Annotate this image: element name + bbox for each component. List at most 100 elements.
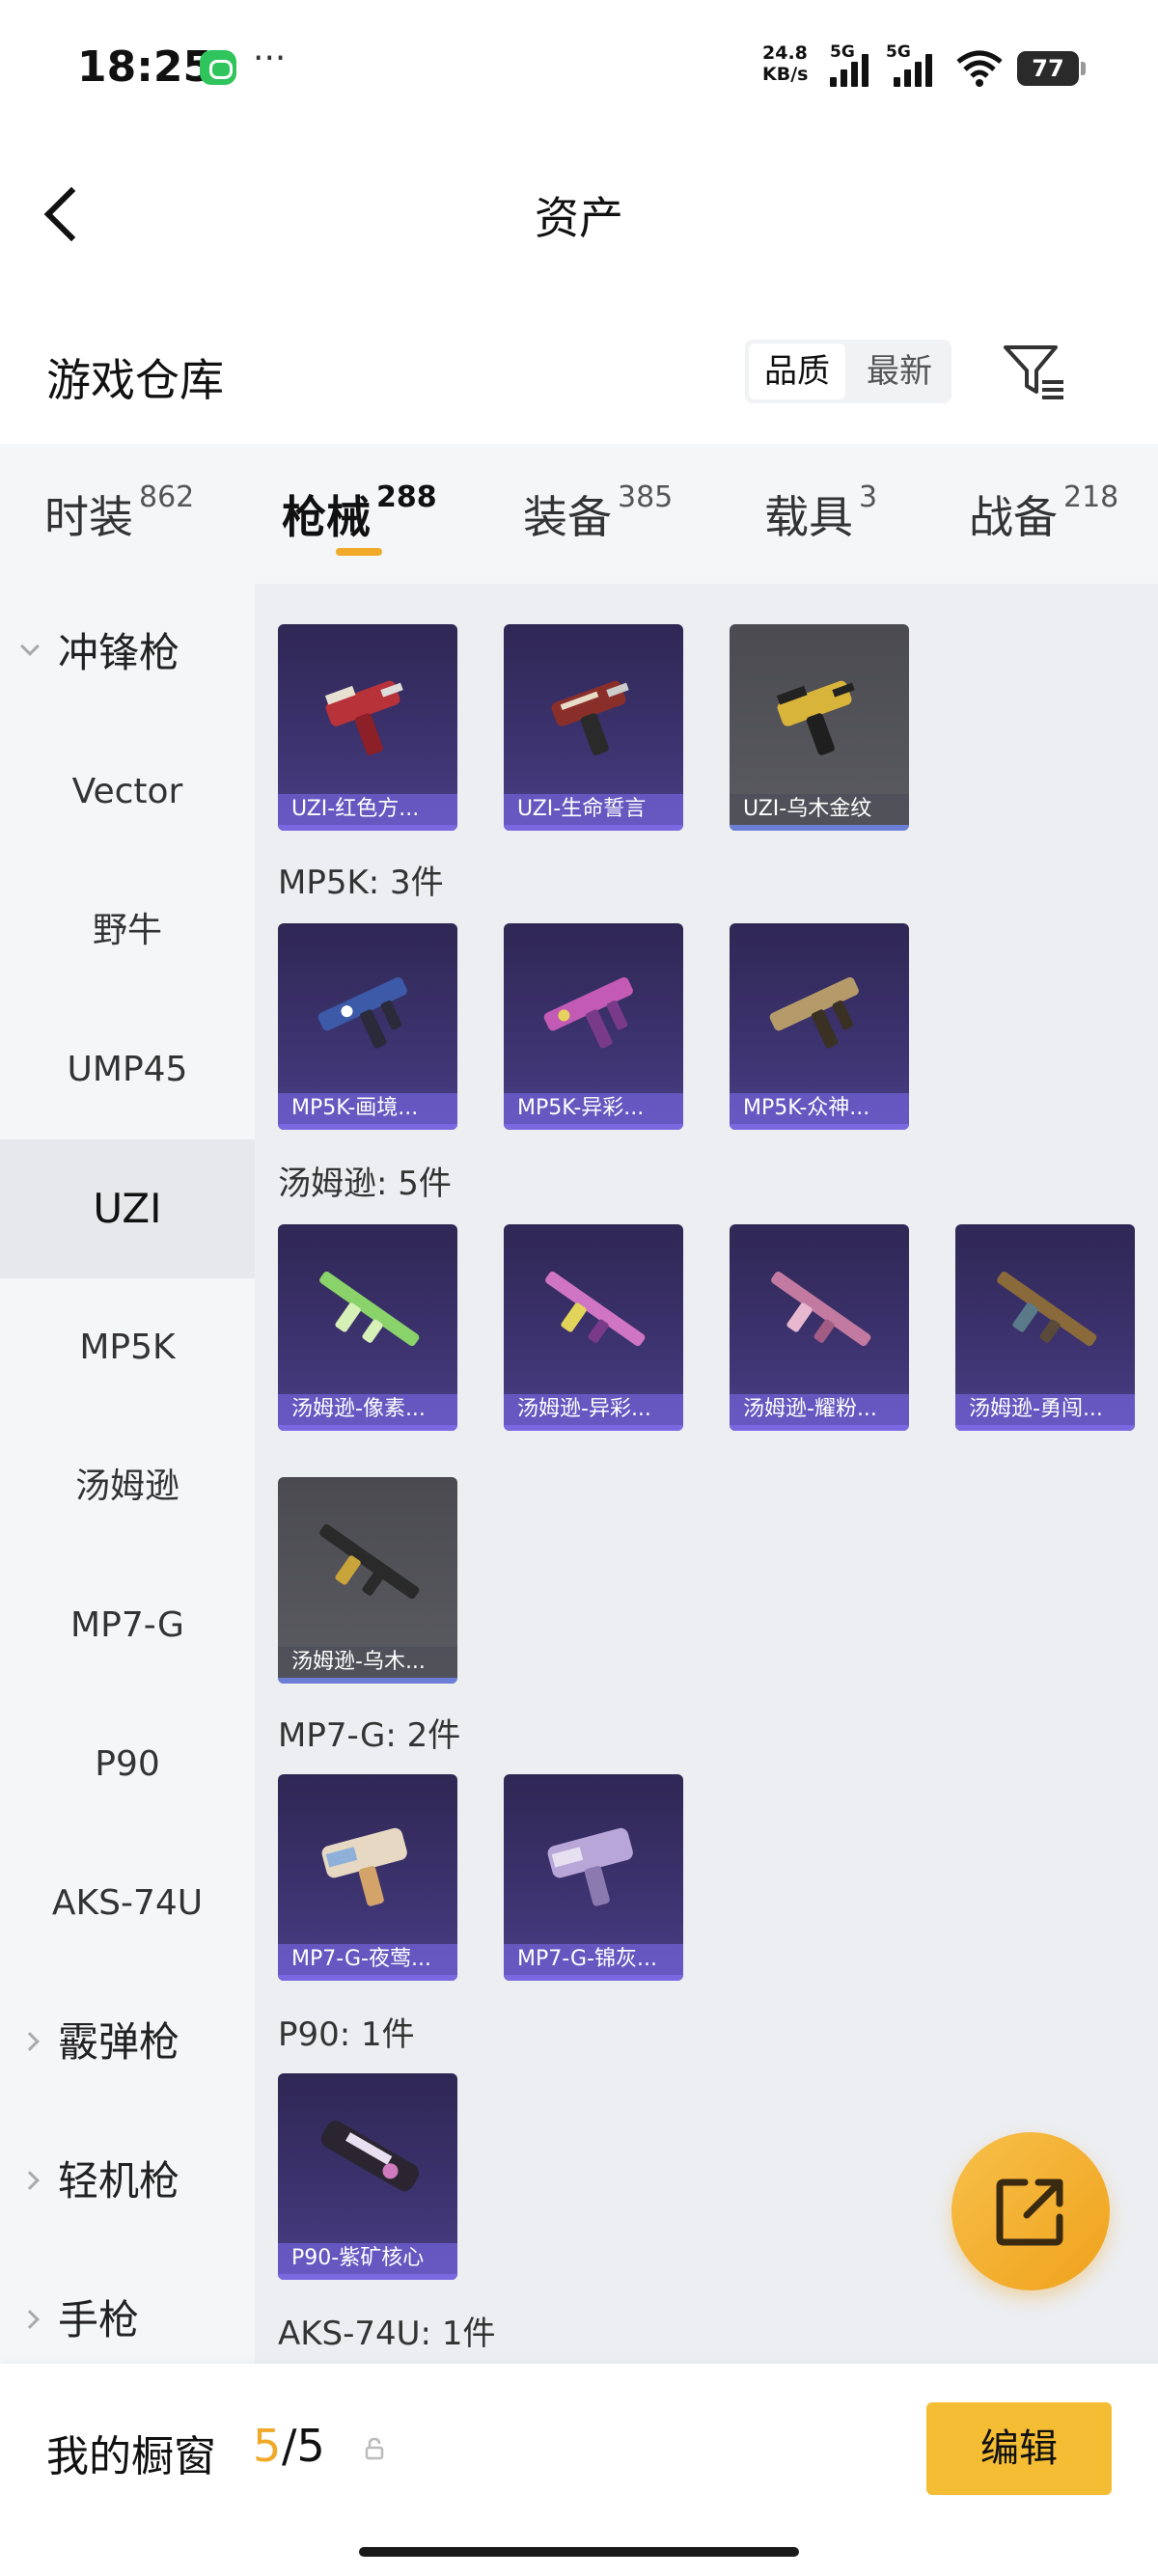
sidebar-group-lmg[interactable]: 轻机枪 [0, 2112, 255, 2251]
status-time: 18:25 [77, 42, 213, 92]
rarity-bar [730, 1425, 909, 1431]
network-speed: 24.8 KB/s [762, 42, 808, 85]
tab-vehicles[interactable]: 载具 3 [764, 480, 877, 546]
skin-card-label: MP5K-画境... [278, 1093, 457, 1124]
rarity-bar [504, 825, 683, 831]
mp7g-skin-image [547, 1827, 633, 1906]
wifi-icon [956, 50, 1003, 87]
skin-card[interactable]: MP7-G-夜莺... [278, 1774, 457, 1981]
sidebar-item-p90[interactable]: P90 [0, 1695, 255, 1834]
skin-card-label: MP5K-异彩... [504, 1093, 683, 1124]
skin-card-label: 汤姆逊-像素... [278, 1394, 457, 1425]
network-speed-unit: KB/s [762, 64, 809, 85]
group-header-aks74u: AKS-74U: 1件 [278, 2315, 496, 2353]
tab-label: 装备 [523, 491, 612, 543]
page-title: 资产 [535, 192, 623, 244]
thompson-skin-image [997, 1271, 1097, 1347]
sidebar-group-shotgun[interactable]: 霰弹枪 [0, 1973, 255, 2112]
warehouse-header: 游戏仓库 品质 最新 [0, 318, 1158, 434]
weapon-skin-grid: UZI-红色方... UZI-生命誓言 UZI-乌木金纹 MP5K: 3件 MP… [255, 584, 1158, 2364]
skin-card[interactable]: 汤姆逊-耀粉... [730, 1224, 909, 1431]
tab-equipment[interactable]: 装备 385 [523, 480, 674, 546]
skin-card[interactable]: MP7-G-锦灰... [504, 1774, 683, 1981]
mp7g-skin-image [321, 1827, 407, 1906]
skin-card[interactable]: MP5K-众神... [730, 923, 909, 1130]
skin-card-label: MP7-G-夜莺... [278, 1944, 457, 1975]
skin-card-label: MP5K-众神... [730, 1093, 909, 1124]
assets-page: 18:25 ··· 24.8 KB/s 5G 5G 77 资产 游戏仓库 品质 [0, 0, 1158, 2576]
uzi-skin-image [551, 680, 629, 755]
mp5k-skin-image [543, 976, 633, 1049]
tab-count: 862 [139, 480, 195, 514]
showcase-used-count: 5 [253, 2420, 282, 2472]
thompson-skin-image [319, 1523, 420, 1600]
rarity-bar [278, 825, 457, 831]
skin-card[interactable]: UZI-生命誓言 [504, 624, 683, 831]
sidebar-item-ump45[interactable]: UMP45 [0, 1000, 255, 1139]
sidebar-group-smg[interactable]: 冲锋枪 [0, 584, 255, 723]
rarity-bar [730, 1124, 909, 1130]
skin-card-label: 汤姆逊-异彩... [504, 1394, 683, 1425]
tab-label: 战备 [969, 491, 1058, 543]
signal-1-icon [830, 48, 878, 87]
skin-card-label: 汤姆逊-勇闯... [955, 1394, 1135, 1425]
skin-card-label: MP7-G-锦灰... [504, 1944, 683, 1975]
showcase-total-count: /5 [282, 2420, 325, 2472]
skin-card[interactable]: UZI-乌木金纹 [730, 624, 909, 831]
tab-fashion[interactable]: 时装 862 [44, 480, 195, 546]
skin-card[interactable]: MP5K-画境... [278, 923, 457, 1130]
skin-card-label: 汤姆逊-耀粉... [730, 1394, 909, 1425]
group-header-mp7g: MP7-G: 2件 [278, 1716, 461, 1755]
tab-label: 时装 [44, 491, 133, 543]
mp5k-skin-image [769, 976, 859, 1049]
rarity-bar [278, 2274, 457, 2280]
rarity-bar [730, 825, 909, 831]
uzi-skin-image [324, 680, 403, 755]
skin-card[interactable]: 汤姆逊-异彩... [504, 1224, 683, 1431]
weapon-type-sidebar: 冲锋枪 Vector 野牛 UMP45 UZI MP5K 汤姆逊 MP7-G P… [0, 584, 255, 2364]
tab-count: 385 [618, 480, 674, 514]
group-header-p90: P90: 1件 [278, 2015, 415, 2054]
edit-button[interactable]: 编辑 [926, 2402, 1112, 2495]
group-header-mp5k: MP5K: 3件 [278, 863, 444, 902]
tab-combat-gear[interactable]: 战备 218 [969, 480, 1119, 546]
skin-card[interactable]: 汤姆逊-像素... [278, 1224, 457, 1431]
sidebar-item-uzi[interactable]: UZI [0, 1139, 255, 1278]
signal-2-icon [894, 48, 942, 87]
tab-label: 载具 [764, 491, 853, 543]
tab-firearms[interactable]: 枪械 288 [282, 480, 437, 546]
share-button[interactable] [951, 2132, 1110, 2290]
sort-newest-button[interactable]: 最新 [851, 343, 948, 399]
skin-card[interactable]: 汤姆逊-乌木... [278, 1477, 457, 1684]
skin-card[interactable]: MP5K-异彩... [504, 923, 683, 1130]
mp5k-skin-image [317, 976, 407, 1049]
sort-quality-button[interactable]: 品质 [749, 343, 845, 399]
sidebar-item-bison[interactable]: 野牛 [0, 862, 255, 1000]
rarity-bar [278, 1678, 457, 1684]
sidebar-item-thompson[interactable]: 汤姆逊 [0, 1417, 255, 1556]
sidebar-group-label: 冲锋枪 [58, 629, 180, 676]
sidebar-item-mp5k[interactable]: MP5K [0, 1278, 255, 1417]
skin-card[interactable]: P90-紫矿核心 [278, 2073, 457, 2280]
warehouse-title: 游戏仓库 [46, 354, 224, 406]
sidebar-item-aks74u[interactable]: AKS-74U [0, 1834, 255, 1973]
rarity-bar [278, 1124, 457, 1130]
tab-count: 288 [376, 480, 437, 514]
sidebar-item-mp7g[interactable]: MP7-G [0, 1556, 255, 1695]
top-bar: 资产 [0, 145, 1158, 280]
filter-icon[interactable] [1000, 342, 1069, 403]
rarity-bar [278, 1425, 457, 1431]
network-speed-value: 24.8 [762, 42, 808, 64]
home-indicator[interactable] [359, 2547, 799, 2557]
skin-card[interactable]: 汤姆逊-勇闯... [955, 1224, 1135, 1431]
external-link-icon [996, 2179, 1063, 2246]
skin-card[interactable]: UZI-红色方... [278, 624, 457, 831]
status-bar: 18:25 ··· 24.8 KB/s 5G 5G 77 [0, 0, 1158, 135]
tab-label: 枪械 [282, 491, 371, 543]
sidebar-group-label: 轻机枪 [58, 2157, 180, 2205]
thompson-skin-image [545, 1271, 646, 1347]
tab-count: 218 [1063, 480, 1119, 514]
sidebar-item-vector[interactable]: Vector [0, 723, 255, 862]
sidebar-group-label: 手枪 [58, 2296, 140, 2343]
skin-card-label: UZI-生命誓言 [504, 794, 683, 825]
